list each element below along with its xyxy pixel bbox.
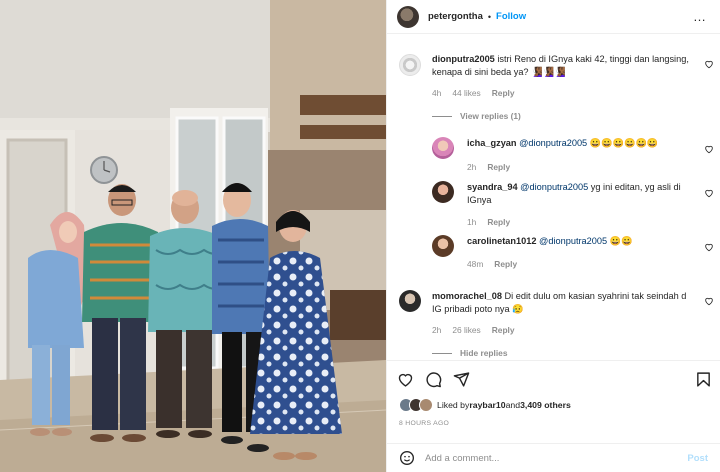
comment-likes[interactable]: 26 likes [452, 325, 480, 335]
reply-mention[interactable]: @dionputra2005 [539, 236, 607, 246]
heart-icon[interactable] [397, 371, 414, 388]
reply-button[interactable]: Reply [492, 325, 515, 335]
reply-button[interactable]: Reply [487, 217, 510, 227]
likes-others[interactable]: 3,409 others [520, 400, 571, 410]
reply-body: icha_gzyan @dionputra2005 😀😀😀😀😀😀 [467, 137, 697, 150]
reply-text-line1: yg ini editan, yg asli di [590, 182, 681, 192]
reply-body: carolinetan1012 @dionputra2005 😀😀 [467, 235, 697, 248]
reply-like-heart-icon[interactable] [704, 188, 714, 198]
comment-body: dionputra2005 istri Reno di IGnya kaki 4… [432, 53, 702, 79]
comment-meta: 2h 26 likes Reply [432, 325, 515, 335]
author-avatar[interactable] [397, 5, 419, 28]
reply-time: 2h [467, 162, 477, 172]
instagram-post: petergontha • Follow … dionputra2005 ist… [0, 0, 720, 472]
emoji-icon[interactable] [399, 450, 415, 466]
photo-illustration [0, 0, 386, 472]
post-side-panel: petergontha • Follow … dionputra2005 ist… [386, 0, 720, 472]
likes-prefix: Liked by [437, 400, 470, 410]
comment-like-heart-icon[interactable] [704, 296, 714, 306]
reply-text: 😀😀😀😀😀😀 [589, 138, 659, 148]
separator-dot: • [487, 11, 492, 22]
post-header: petergontha • Follow … [387, 0, 720, 34]
reply-time: 1h [467, 217, 477, 227]
post-time-ago[interactable]: 8 HOURS AGO [399, 420, 449, 427]
reply-text: 😀😀 [609, 236, 633, 246]
liker-avatar [419, 398, 433, 412]
more-options-icon[interactable]: … [689, 9, 710, 24]
comments-list[interactable]: dionputra2005 istri Reno di IGnya kaki 4… [387, 45, 720, 360]
reply-avatar[interactable] [432, 235, 454, 257]
comment-time: 2h [432, 325, 442, 335]
likes-summary: Liked by raybar10 and 3,409 others [399, 398, 571, 412]
reply-mention[interactable]: @dionputra2005 [520, 182, 588, 192]
post-comment-button[interactable]: Post [687, 453, 708, 464]
reply-avatar[interactable] [432, 181, 454, 203]
reply-mention[interactable]: @dionputra2005 [519, 138, 587, 148]
reply-meta: 2h Reply [467, 162, 510, 172]
reply-avatar[interactable] [432, 137, 454, 159]
view-replies-label: View replies (1) [460, 111, 521, 121]
reply-text-line2: IGnya [467, 195, 492, 205]
add-comment-bar: Post [387, 443, 720, 472]
bookmark-icon[interactable] [695, 371, 712, 388]
comment-likes[interactable]: 44 likes [452, 88, 480, 98]
hide-replies-button[interactable]: Hide replies [432, 348, 507, 358]
comment-icon[interactable] [425, 371, 442, 388]
reply-button[interactable]: Reply [494, 259, 517, 269]
reply-meta: 1h Reply [467, 217, 510, 227]
comment-username[interactable]: dionputra2005 [432, 54, 495, 64]
likes-middle: and [505, 400, 521, 410]
comment-username[interactable]: momorachel_08 [432, 291, 502, 301]
comment-avatar[interactable] [399, 54, 421, 76]
reply-like-heart-icon[interactable] [704, 242, 714, 252]
comment-like-heart-icon[interactable] [704, 59, 714, 69]
comment-time: 4h [432, 88, 442, 98]
paper-plane-icon[interactable] [453, 371, 470, 388]
author-username[interactable]: petergontha [428, 11, 483, 22]
reply-time: 48m [467, 259, 484, 269]
likes-first-user[interactable]: raybar10 [469, 400, 505, 410]
post-photo[interactable] [0, 0, 386, 472]
comment-text-line1: Di edit dulu om kasian syahrini tak sein… [504, 291, 687, 301]
reply-button[interactable]: Reply [492, 88, 515, 98]
reply-username[interactable]: carolinetan1012 [467, 236, 536, 246]
hide-replies-label: Hide replies [460, 348, 508, 358]
comment-text-line2: kenapa di sini beda ya? 🧏🏾‍♀️🧏🏾‍♀️🧏🏾‍♀️ [432, 67, 566, 77]
reply-body: syandra_94 @dionputra2005 yg ini editan,… [467, 181, 697, 207]
add-comment-input[interactable] [425, 452, 688, 464]
comment-meta: 4h 44 likes Reply [432, 88, 515, 98]
reply-button[interactable]: Reply [487, 162, 510, 172]
reply-like-heart-icon[interactable] [704, 144, 714, 154]
comment-text-line2: IG pribadi poto nya 😥 [432, 304, 524, 314]
post-actions-bar [387, 360, 720, 396]
liker-avatars[interactable] [399, 398, 435, 412]
reply-username[interactable]: icha_gzyan [467, 138, 517, 148]
view-replies-button[interactable]: View replies (1) [432, 111, 521, 121]
comment-body: momorachel_08 Di edit dulu om kasian sya… [432, 290, 702, 316]
divider-line [432, 115, 452, 117]
reply-meta: 48m Reply [467, 259, 517, 269]
divider-line [432, 352, 452, 354]
reply-username[interactable]: syandra_94 [467, 182, 518, 192]
comment-avatar[interactable] [399, 290, 421, 312]
comment-text-line1: istri Reno di IGnya kaki 42, tinggi dan … [497, 54, 689, 64]
follow-button[interactable]: Follow [496, 11, 526, 22]
